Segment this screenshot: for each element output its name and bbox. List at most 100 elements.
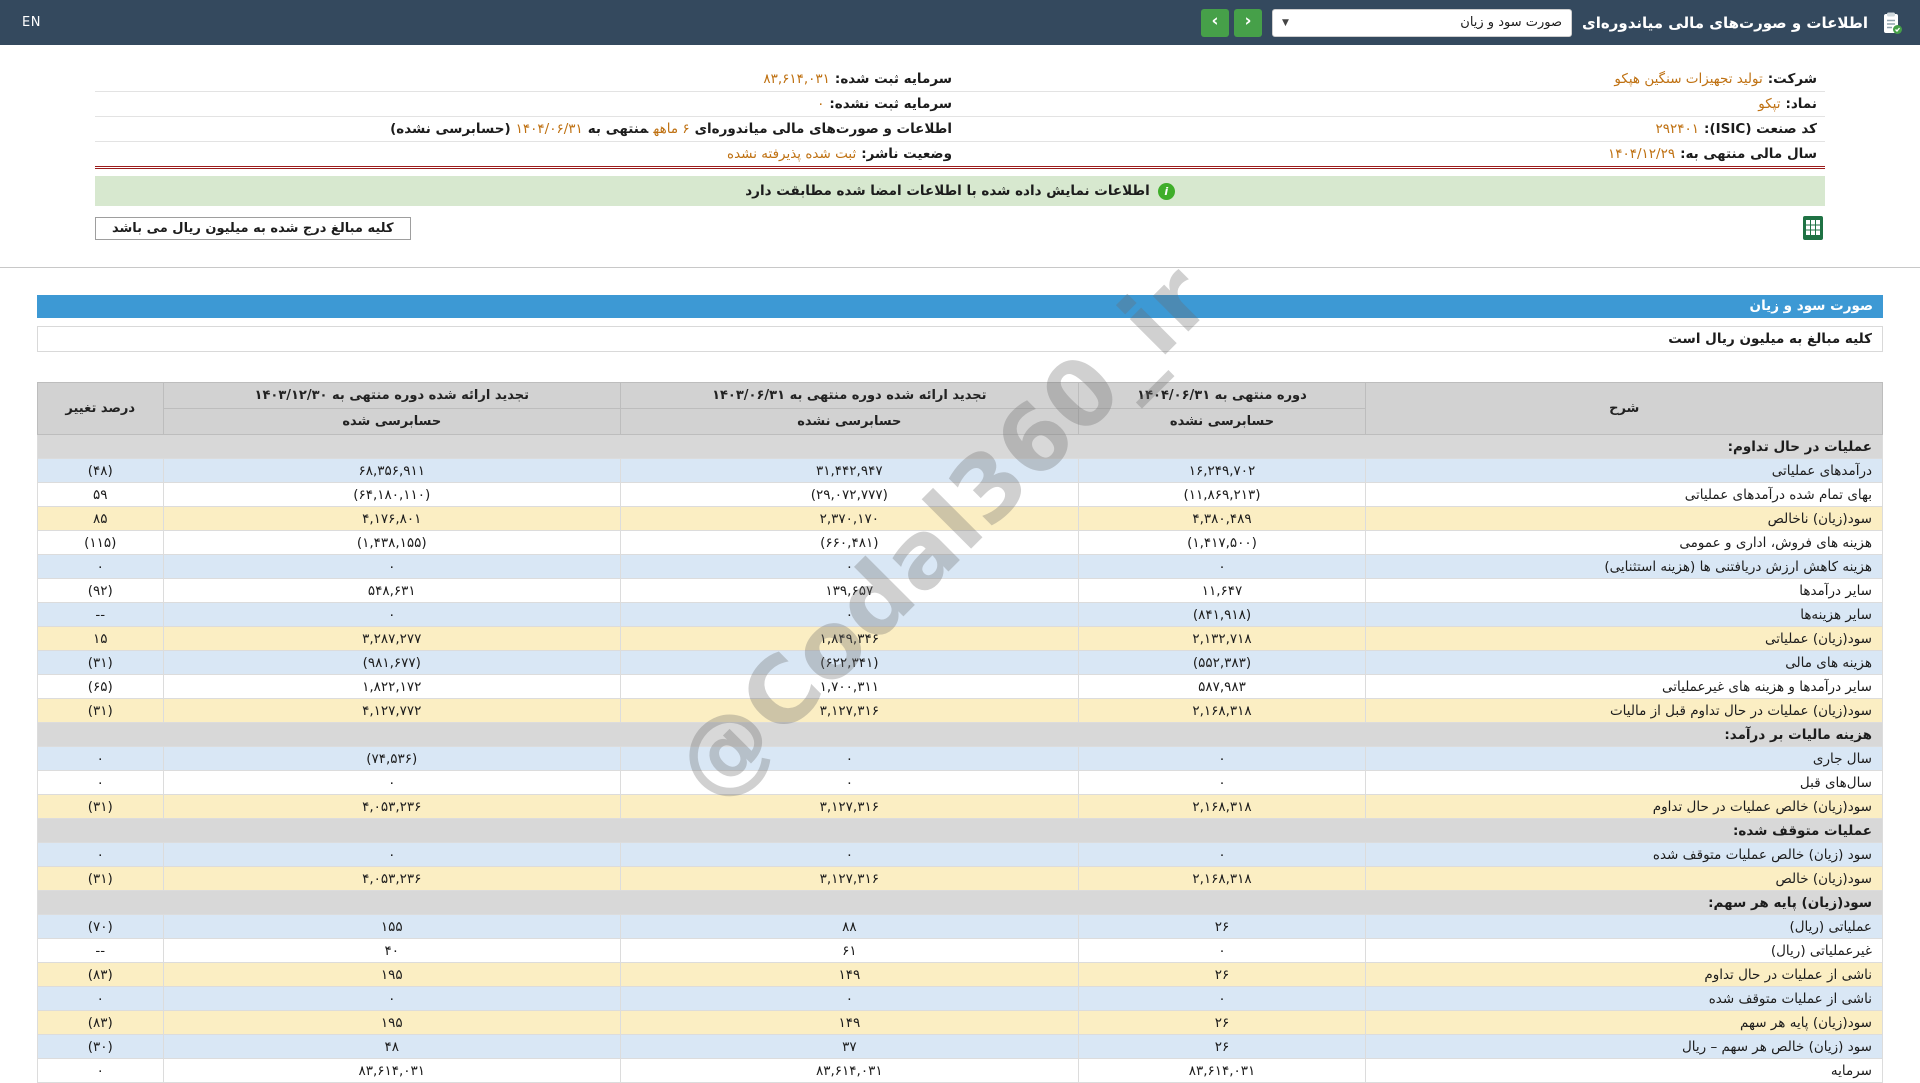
- amount-cell: ۲,۳۷۰,۱۷۰: [620, 506, 1079, 531]
- company-info-row: شرکت:تولید تجهیزات سنگین هپکو سرمایه ثبت …: [95, 67, 1825, 92]
- statement-row: سال‌های قبل ۰ ۰ ۰ ۰: [37, 770, 1883, 795]
- amount-cell: ۰: [1077, 746, 1367, 771]
- amount-cell: (۱,۴۳۸,۱۵۵): [162, 530, 622, 555]
- statement-row: سود(زیان) عملیاتی ۲,۱۳۲,۷۱۸ ۱,۸۴۹,۳۴۶ ۳,۲۸۷…: [37, 626, 1883, 651]
- info-icon: i: [1157, 182, 1175, 200]
- row-label: هزینه های فروش، اداری و عمومی: [1365, 530, 1883, 555]
- info-value: تپکو: [1758, 96, 1781, 112]
- chevron-down-icon: ▼: [1282, 17, 1289, 28]
- row-label: درآمدهای عملیاتی: [1365, 458, 1883, 483]
- statement-row: بهای تمام شده درآمدهای عملیاتی (۱۱,۸۶۹,۲۱…: [37, 482, 1883, 507]
- statement-row: سود(زیان) خالص عملیات در حال تداوم ۲,۱۶۸,…: [37, 794, 1883, 819]
- report-icon[interactable]: [1878, 10, 1904, 36]
- statement-section: صورت سود و زیان کلیه مبالغ به میلیون ریا…: [37, 295, 1883, 1083]
- change-cell: (۹۲): [37, 578, 164, 603]
- amount-cell: ۰: [1077, 842, 1367, 867]
- row-label: ناشی از عملیات در حال تداوم: [1365, 962, 1883, 987]
- change-cell: (۴۸): [37, 458, 164, 483]
- amount-cell: ۱۵۵: [162, 914, 622, 939]
- info-label: وضعیت ناشر:: [861, 146, 952, 162]
- statement-row: سایر هزینه‌ها (۸۴۱,۹۱۸) ۰ ۰ --: [37, 602, 1883, 627]
- amount-cell: ۳,۲۸۷,۲۷۷: [162, 626, 622, 651]
- income-table-body: عملیات در حال تداوم: درآمدهای عملیاتی ۱۶,۲…: [37, 434, 1883, 1083]
- info-label: سرمایه ثبت شده:: [834, 71, 952, 87]
- info-value: ۲۹۲۴۰۱: [1655, 121, 1700, 137]
- amount-cell: (۵۵۲,۳۸۳): [1077, 650, 1367, 675]
- amount-cell: (۷۴,۵۳۶): [162, 746, 622, 771]
- change-cell: ۰: [37, 554, 164, 579]
- col-period-year: تجدید ارائه شده دوره منتهی به ۱۴۰۳/۱۲/۳۰: [162, 382, 622, 409]
- row-label: سایر درآمدها: [1365, 578, 1883, 603]
- amount-cell: (۸۴۱,۹۱۸): [1077, 602, 1367, 627]
- company-info-row: سال مالی منتهی به:۱۴۰۴/۱۲/۲۹ وضعیت ناشر:ث…: [95, 142, 1825, 166]
- info-cell-left: اطلاعات و صورت‌های مالی میاندوره‌ای۶ ماه…: [95, 117, 960, 141]
- amount-cell: ۰: [620, 986, 1079, 1011]
- statement-select[interactable]: صورت سود و زیان ▼: [1272, 8, 1573, 37]
- row-label: سرمایه: [1365, 1058, 1883, 1083]
- change-cell: ۰: [37, 842, 164, 867]
- col-desc: شرح: [1365, 382, 1883, 435]
- amount-cell: ۰: [1077, 770, 1367, 795]
- income-statement-table: شرح دوره منتهی به ۱۴۰۴/۰۶/۳۱ تجدید ارائه…: [37, 382, 1883, 1083]
- amount-cell: ۸۳,۶۱۴,۰۳۱: [620, 1058, 1079, 1083]
- amount-cell: ۲۶: [1077, 914, 1367, 939]
- amount-cell: ۰: [1077, 554, 1367, 579]
- section-label: سود(زیان) پایه هر سهم:: [37, 890, 1883, 915]
- next-statement-button[interactable]: ›: [1201, 8, 1230, 37]
- change-cell: ۸۵: [37, 506, 164, 531]
- amount-cell: ۱۴۹: [620, 962, 1079, 987]
- signature-banner: i اطلاعات نمایش داده شده با اطلاعات امضا…: [95, 176, 1825, 206]
- amount-cell: ۲۶: [1077, 962, 1367, 987]
- amount-cell: ۱۶,۲۴۹,۷۰۲: [1077, 458, 1367, 483]
- row-label: بهای تمام شده درآمدهای عملیاتی: [1365, 482, 1883, 507]
- info-cell-left: سرمایه ثبت نشده:۰: [95, 92, 960, 116]
- prev-statement-button[interactable]: ‹: [1234, 8, 1263, 37]
- statement-row: سرمایه ۸۳,۶۱۴,۰۳۱ ۸۳,۶۱۴,۰۳۱ ۸۳,۶۱۴,۰۳۱ ۰: [37, 1058, 1883, 1083]
- amount-cell: ۰: [162, 842, 622, 867]
- statement-select-value: صورت سود و زیان: [1460, 15, 1563, 30]
- amount-cell: ۰: [1077, 938, 1367, 963]
- amount-cell: ۰: [162, 554, 622, 579]
- page-title: اطلاعات و صورت‌های مالی میاندوره‌ای: [1582, 13, 1868, 32]
- amount-cell: ۰: [162, 602, 622, 627]
- change-cell: (۳۱): [37, 794, 164, 819]
- section-label: عملیات متوقف شده:: [37, 818, 1883, 843]
- section-label: هزینه مالیات بر درآمد:: [37, 722, 1883, 747]
- info-value: تولید تجهیزات سنگین هپکو: [1614, 71, 1763, 87]
- amounts-note-box: کلیه مبالغ درج شده به میلیون ریال می باش…: [95, 216, 411, 240]
- excel-export-icon[interactable]: [1801, 215, 1825, 241]
- row-label: سایر هزینه‌ها: [1365, 602, 1883, 627]
- change-cell: (۳۱): [37, 866, 164, 891]
- amount-cell: (۶۶۰,۴۸۱): [620, 530, 1079, 555]
- company-info-row: نماد:تپکو سرمایه ثبت نشده:۰: [95, 92, 1825, 117]
- amount-cell: ۴۰: [162, 938, 622, 963]
- divider: [0, 267, 1920, 268]
- info-label: نماد:: [1785, 96, 1817, 112]
- statement-title-bar: صورت سود و زیان: [37, 295, 1883, 318]
- col-change: درصد تغییر: [37, 382, 164, 435]
- info-label: سرمایه ثبت نشده:: [829, 96, 952, 112]
- col-audit-prev: حسابرسی نشده: [620, 408, 1079, 435]
- amount-cell: ۴,۳۸۰,۴۸۹: [1077, 506, 1367, 531]
- amount-cell: ۲,۱۶۸,۳۱۸: [1077, 698, 1367, 723]
- amount-cell: ۶۱: [620, 938, 1079, 963]
- statement-row: هزینه های فروش، اداری و عمومی (۱,۴۱۷,۵۰۰)…: [37, 530, 1883, 555]
- amount-cell: ۲۶: [1077, 1010, 1367, 1035]
- language-toggle[interactable]: EN: [16, 11, 47, 34]
- statement-row: سال جاری ۰ ۰ (۷۴,۵۳۶) ۰: [37, 746, 1883, 771]
- col-audit-year: حسابرسی شده: [162, 408, 622, 435]
- amount-cell: ۶۸,۳۵۶,۹۱۱: [162, 458, 622, 483]
- amount-cell: ۳,۱۲۷,۳۱۶: [620, 698, 1079, 723]
- row-label: سال جاری: [1365, 746, 1883, 771]
- statement-row: سود(زیان) ناخالص ۴,۳۸۰,۴۸۹ ۲,۳۷۰,۱۷۰ ۴,۱۷۶,…: [37, 506, 1883, 531]
- amount-cell: ۴,۰۵۳,۲۳۶: [162, 866, 622, 891]
- amount-cell: ۳,۱۲۷,۳۱۶: [620, 794, 1079, 819]
- amount-cell: (۶۴,۱۸۰,۱۱۰): [162, 482, 622, 507]
- amount-cell: ۰: [620, 602, 1079, 627]
- info-label: (حسابرسی نشده): [390, 121, 511, 137]
- info-cell-right: نماد:تپکو: [960, 92, 1825, 116]
- top-header-bar: اطلاعات و صورت‌های مالی میاندوره‌ای صورت…: [0, 0, 1920, 45]
- info-value: ۱۴۰۴/۰۶/۳۱: [515, 121, 583, 137]
- change-cell: (۸۳): [37, 1010, 164, 1035]
- amount-cell: ۲,۱۶۸,۳۱۸: [1077, 866, 1367, 891]
